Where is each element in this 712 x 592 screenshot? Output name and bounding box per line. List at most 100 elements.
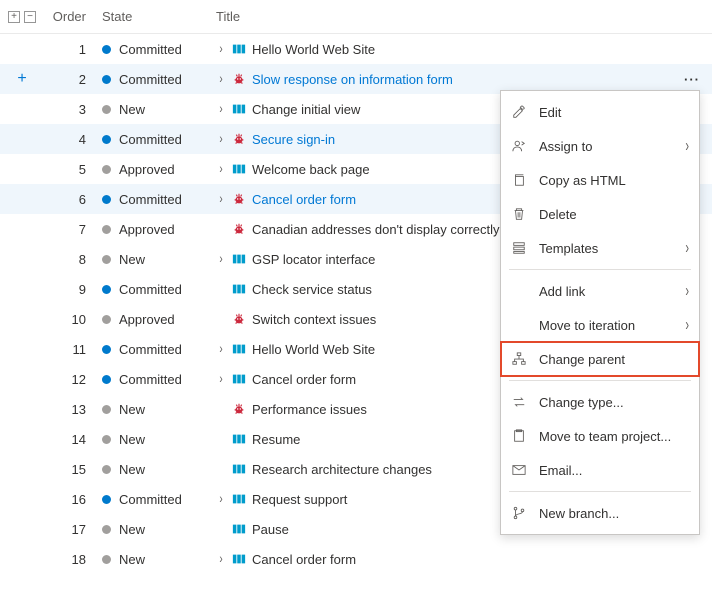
order-cell: 13	[44, 402, 98, 417]
backlog-item-icon	[232, 102, 246, 116]
state-cell: Committed	[98, 342, 212, 357]
chevron-right-icon[interactable]: ›	[216, 131, 226, 146]
chevron-right-icon[interactable]: ›	[216, 491, 226, 506]
bug-icon	[232, 192, 246, 206]
chevron-right-icon[interactable]: ›	[216, 41, 226, 56]
order-cell: 5	[44, 162, 98, 177]
column-header-state[interactable]: State	[98, 9, 212, 24]
menu-label: New branch...	[539, 506, 689, 521]
work-item-title[interactable]: Cancel order form	[252, 192, 356, 207]
menu-assign-to[interactable]: Assign to ›	[501, 129, 699, 163]
backlog-item-icon	[232, 342, 246, 356]
state-dot-icon	[102, 105, 111, 114]
menu-label: Edit	[539, 105, 689, 120]
column-header-order[interactable]: Order	[44, 9, 98, 24]
menu-separator	[509, 269, 691, 270]
menu-email[interactable]: Email...	[501, 453, 699, 487]
table-row[interactable]: 18New›Cancel order form	[0, 544, 712, 574]
state-cell: New	[98, 402, 212, 417]
bug-icon	[232, 312, 246, 326]
chevron-right-icon[interactable]: ›	[216, 371, 226, 386]
state-label: Approved	[119, 312, 175, 327]
state-dot-icon	[102, 195, 111, 204]
mail-icon	[511, 462, 527, 478]
state-cell: Committed	[98, 372, 212, 387]
state-dot-icon	[102, 525, 111, 534]
branch-icon	[511, 505, 527, 521]
menu-label: Delete	[539, 207, 689, 222]
work-item-title[interactable]: Secure sign-in	[252, 132, 335, 147]
state-dot-icon	[102, 555, 111, 564]
work-item-title: Hello World Web Site	[252, 42, 375, 57]
chevron-right-icon: ›	[685, 315, 689, 334]
order-cell: 11	[44, 342, 98, 357]
column-header-title[interactable]: Title	[212, 9, 712, 24]
title-cell: › Hello World Web Site	[212, 42, 672, 57]
menu-label: Copy as HTML	[539, 173, 689, 188]
state-label: Committed	[119, 282, 182, 297]
bug-icon	[232, 132, 246, 146]
work-item-title[interactable]: Slow response on information form	[252, 72, 453, 87]
state-label: Committed	[119, 132, 182, 147]
chevron-right-icon[interactable]: ›	[216, 191, 226, 206]
state-dot-icon	[102, 405, 111, 414]
pencil-icon	[511, 104, 527, 120]
order-cell: 2	[44, 72, 98, 87]
work-item-title: Resume	[252, 432, 300, 447]
order-cell: 3	[44, 102, 98, 117]
order-cell: 16	[44, 492, 98, 507]
order-cell: 7	[44, 222, 98, 237]
menu-move-project[interactable]: Move to team project...	[501, 419, 699, 453]
state-dot-icon	[102, 495, 111, 504]
menu-templates[interactable]: Templates ›	[501, 231, 699, 265]
order-cell: 9	[44, 282, 98, 297]
expand-all-icon[interactable]: +	[8, 11, 20, 23]
order-cell: 17	[44, 522, 98, 537]
state-cell: New	[98, 432, 212, 447]
state-label: Committed	[119, 72, 182, 87]
state-cell: New	[98, 552, 212, 567]
work-item-grid: + − Order State Title 1Committed›Hello W…	[0, 0, 712, 574]
menu-copy-html[interactable]: Copy as HTML	[501, 163, 699, 197]
chevron-right-icon[interactable]: ›	[216, 551, 226, 566]
menu-new-branch[interactable]: New branch...	[501, 496, 699, 530]
work-item-title: Canadian addresses don't display correct…	[252, 222, 499, 237]
backlog-item-icon	[232, 282, 246, 296]
state-label: New	[119, 552, 145, 567]
order-cell: 15	[44, 462, 98, 477]
menu-add-link[interactable]: Add link ›	[501, 274, 699, 308]
bug-icon	[232, 222, 246, 236]
table-row[interactable]: 1Committed›Hello World Web Site	[0, 34, 712, 64]
state-label: Approved	[119, 162, 175, 177]
chevron-right-icon[interactable]: ›	[216, 251, 226, 266]
backlog-item-icon	[232, 492, 246, 506]
trash-icon	[511, 206, 527, 222]
menu-label: Add link	[539, 284, 673, 299]
menu-change-parent[interactable]: Change parent	[501, 342, 699, 376]
chevron-right-icon[interactable]: ›	[216, 71, 226, 86]
person-icon	[511, 138, 527, 154]
state-label: New	[119, 252, 145, 267]
chevron-right-icon[interactable]: ›	[216, 161, 226, 176]
work-item-title: Research architecture changes	[252, 462, 432, 477]
more-actions-icon[interactable]: ···	[684, 72, 700, 87]
menu-edit[interactable]: Edit	[501, 95, 699, 129]
state-dot-icon	[102, 135, 111, 144]
title-cell: ›Cancel order form	[212, 552, 672, 567]
chevron-right-icon: ›	[685, 136, 689, 155]
menu-delete[interactable]: Delete	[501, 197, 699, 231]
chevron-right-icon[interactable]: ›	[216, 101, 226, 116]
menu-label: Change type...	[539, 395, 689, 410]
state-dot-icon	[102, 45, 111, 54]
menu-label: Templates	[539, 241, 673, 256]
work-item-title: Cancel order form	[252, 372, 356, 387]
menu-move-iteration[interactable]: Move to iteration ›	[501, 308, 699, 342]
menu-change-type[interactable]: Change type...	[501, 385, 699, 419]
collapse-all-icon[interactable]: −	[24, 11, 36, 23]
work-item-title: Switch context issues	[252, 312, 376, 327]
menu-label: Email...	[539, 463, 689, 478]
chevron-right-icon[interactable]: ›	[216, 341, 226, 356]
add-icon[interactable]: +	[17, 70, 26, 88]
chevron-right-icon: ›	[685, 238, 689, 257]
clipboard-icon	[511, 428, 527, 444]
